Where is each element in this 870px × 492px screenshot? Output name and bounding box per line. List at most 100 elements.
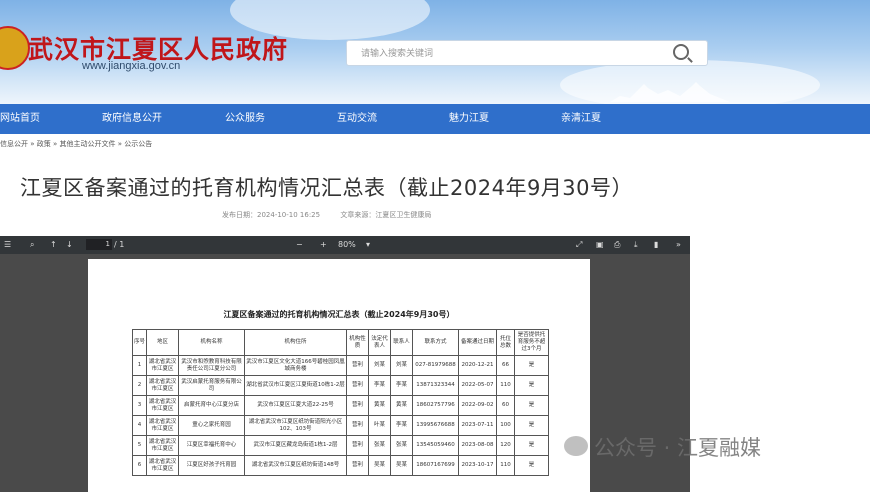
table-cell: 张某 — [368, 435, 391, 456]
table-cell: 吴某 — [368, 455, 391, 476]
next-page-icon[interactable]: ↓ — [66, 240, 73, 249]
chevron-down-icon[interactable]: ▾ — [366, 240, 370, 249]
table-row: 5 湖北省武汉市江夏区 江夏区幸福托育中心 武汉市江夏区藏龙岛街道1栋1-2层 营利 张某… — [132, 435, 549, 456]
table-cell: 托位总数 — [496, 329, 515, 356]
national-emblem-icon — [0, 26, 30, 70]
nav-qinqing-jiangxia[interactable]: 亲清江夏 — [561, 104, 601, 134]
search-icon[interactable]: ⌕ — [30, 240, 34, 250]
wechat-icon — [564, 436, 588, 456]
table-cell: 100 — [496, 415, 515, 436]
table-cell: 湖北省武汉市江夏区 — [146, 395, 179, 416]
table-cell: 5 — [132, 435, 147, 456]
zoom-select[interactable]: 80% — [338, 240, 356, 249]
table-cell: 2022-09-02 — [458, 395, 497, 416]
table-cell: 湖北省武汉市江夏区 — [146, 355, 179, 376]
publish-date: 发布日期：2024-10-10 16:25 — [222, 211, 321, 219]
table-cell: 黄某 — [368, 395, 391, 416]
table-cell: 刘某 — [390, 355, 413, 376]
document-title: 江夏区备案通过的托育机构情况汇总表（截止2024年9月30号） — [223, 310, 455, 319]
search-input[interactable]: 请输入搜索关键词 — [346, 40, 708, 66]
nav-charm-jiangxia[interactable]: 魅力江夏 — [449, 104, 489, 134]
pdf-page: 江夏区备案通过的托育机构情况汇总表（截止2024年9月30号） 序号 地区 机构名称… — [88, 259, 590, 492]
download-icon[interactable]: ⤓ — [634, 240, 638, 250]
presentation-icon[interactable]: ⤢ — [576, 240, 582, 250]
table-cell: 机构性质 — [346, 329, 369, 356]
table-cell: 2023-08-08 — [458, 435, 497, 456]
previous-page-icon[interactable]: ↑ — [50, 240, 57, 249]
nav-home[interactable]: 网站首页 — [0, 104, 40, 134]
pdf-toolbar: ☰ ⌕ ↑ ↓ 1 / 1 − + 80% ▾ ⤢ ▣ ⎙ ⤓ ▮ » — [0, 236, 690, 254]
table-header-row: 序号 地区 机构名称 机构住所 机构性质 法定代表人 联系人 联系方式 备案通过日期 托位总数 是否… — [132, 329, 549, 356]
sidebar-toggle-icon[interactable]: ☰ — [4, 240, 11, 249]
table-cell: 是 — [514, 415, 549, 436]
table-cell: 2023-10-17 — [458, 455, 497, 476]
table-cell: 是 — [514, 435, 549, 456]
table-cell: 是 — [514, 355, 549, 376]
table-cell: 18607167699 — [412, 455, 459, 476]
table-cell: 武汉启蒙托育服务有限公司 — [178, 375, 245, 396]
table-cell: 机构名称 — [178, 329, 245, 356]
table-cell: 6 — [132, 455, 147, 476]
table-cell: 武汉市江夏区文化大道166号碧桂园凤凰城商务楼 — [244, 355, 347, 376]
table-cell: 13545059460 — [412, 435, 459, 456]
site-header: 武汉市江夏区人民政府 www.jiangxia.gov.cn 请输入搜索关键词 — [0, 0, 870, 104]
table-cell: 武汉市江夏区藏龙岛街道1栋1-2层 — [244, 435, 347, 456]
institution-table: 序号 地区 机构名称 机构住所 机构性质 法定代表人 联系人 联系方式 备案通过日期 托位总数 是否… — [132, 329, 549, 476]
table-cell: 备案通过日期 — [458, 329, 497, 356]
bookmark-icon[interactable]: ▮ — [654, 240, 658, 249]
table-cell: 营利 — [346, 455, 369, 476]
table-cell: 江夏区好孩子托育园 — [178, 455, 245, 476]
table-cell: 120 — [496, 435, 515, 456]
watermark-text: 公众号 · 江夏融媒 — [594, 436, 762, 460]
page-number-input[interactable]: 1 — [86, 239, 112, 250]
table-cell: 法定代表人 — [368, 329, 391, 356]
table-cell: 湖北省武汉市江夏区 — [146, 415, 179, 436]
zoom-out-button[interactable]: − — [296, 240, 303, 249]
table-cell: 110 — [496, 455, 515, 476]
table-cell: 刘某 — [368, 355, 391, 376]
page-total: / 1 — [114, 240, 125, 249]
table-cell: 李某 — [390, 375, 413, 396]
table-cell: 13995676688 — [412, 415, 459, 436]
table-cell: 李某 — [368, 375, 391, 396]
search-icon[interactable] — [673, 44, 689, 60]
table-cell: 童心之家托育园 — [178, 415, 245, 436]
table-row: 4 湖北省武汉市江夏区 童心之家托育园 湖北省武汉市江夏区纸坊街道阳光小区102、10… — [132, 415, 549, 436]
table-cell: 序号 — [132, 329, 147, 356]
table-cell: 18602757796 — [412, 395, 459, 416]
table-cell: 营利 — [346, 355, 369, 376]
table-cell: 湖北省武汉市江夏区纸坊街道148号 — [244, 455, 347, 476]
site-url[interactable]: www.jiangxia.gov.cn — [82, 60, 180, 72]
zoom-in-button[interactable]: + — [320, 240, 327, 249]
table-row: 1 湖北省武汉市江夏区 武汉市和煦教育科技有限责任公司江夏分公司 武汉市江夏区文化大道… — [132, 355, 549, 376]
table-row: 2 湖北省武汉市江夏区 武汉启蒙托育服务有限公司 湖北省武汉市江夏区江夏街道10栋1-… — [132, 375, 549, 396]
table-cell: 湖北省武汉市江夏区 — [146, 375, 179, 396]
article-source: 文章来源：江夏区卫生健康局 — [340, 211, 432, 219]
table-cell: 2020-12-21 — [458, 355, 497, 376]
table-cell: 027-81979688 — [412, 355, 459, 376]
table-cell: 联系人 — [390, 329, 413, 356]
nav-interaction[interactable]: 互动交流 — [337, 104, 377, 134]
table-cell: 江夏区幸福托育中心 — [178, 435, 245, 456]
table-cell: 湖北省武汉市江夏区 — [146, 435, 179, 456]
search-placeholder: 请输入搜索关键词 — [361, 49, 434, 59]
breadcrumb[interactable]: 信息公开 » 政策 » 其他主动公开文件 » 公示公告 — [0, 139, 152, 149]
article-meta: 发布日期：2024-10-10 16:25 文章来源：江夏区卫生健康局 — [222, 210, 449, 220]
table-cell: 66 — [496, 355, 515, 376]
table-cell: 张某 — [390, 435, 413, 456]
table-cell: 湖北省武汉市江夏区 — [146, 455, 179, 476]
table-cell: 黄某 — [390, 395, 413, 416]
table-cell: 3 — [132, 395, 147, 416]
table-cell: 是 — [514, 455, 549, 476]
table-cell: 13871323344 — [412, 375, 459, 396]
nav-gov-info[interactable]: 政府信息公开 — [102, 104, 162, 134]
print-icon[interactable]: ⎙ — [614, 240, 620, 250]
table-cell: 湖北省武汉市江夏区江夏街道10栋1-2层 — [244, 375, 347, 396]
more-tools-icon[interactable]: » — [676, 240, 681, 249]
table-cell: 湖北省武汉市江夏区纸坊街道阳光小区102、103号 — [244, 415, 347, 436]
watermark: 公众号 · 江夏融媒 — [564, 432, 864, 462]
table-cell: 是 — [514, 395, 549, 416]
table-cell: 110 — [496, 375, 515, 396]
nav-public-service[interactable]: 公众服务 — [225, 104, 265, 134]
open-file-icon[interactable]: ▣ — [596, 240, 604, 249]
